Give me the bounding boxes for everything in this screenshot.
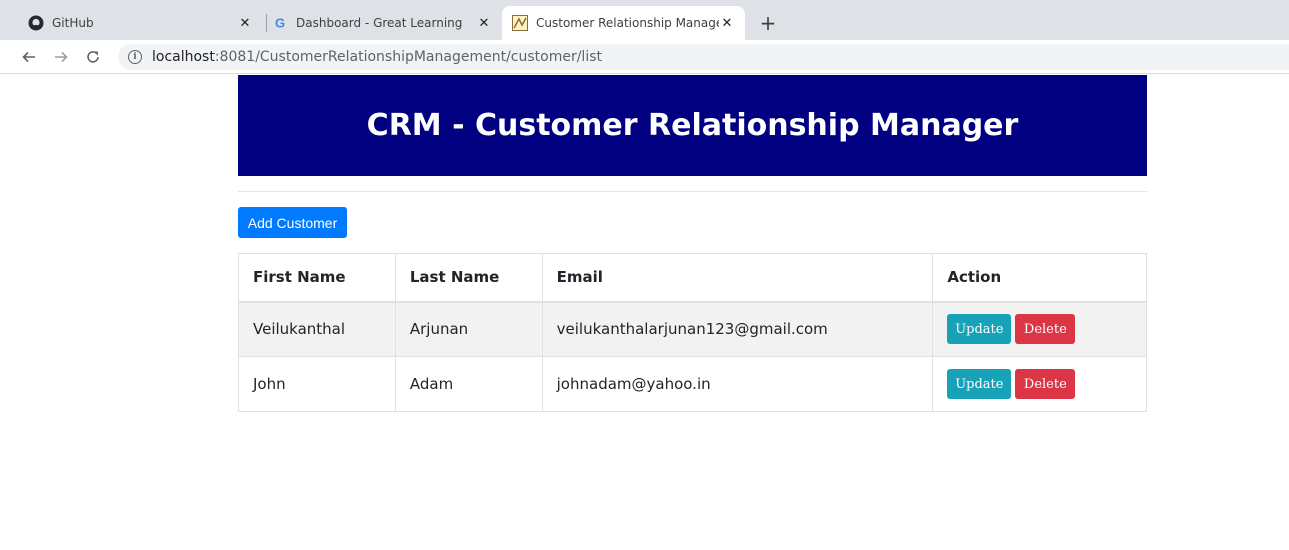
cell-last-name: Arjunan [394,301,543,357]
column-header-last-name: Last Name [394,253,543,303]
page-content: CRM - Customer Relationship Manager Add … [238,75,1147,412]
divider [238,191,1147,192]
table-row: John Adam johnadam@yahoo.in Update Delete [238,356,1147,412]
svg-text:G: G [275,16,285,31]
address-bar[interactable]: i localhost:8081/CustomerRelationshipMan… [118,44,1289,70]
cell-email: veilukanthalarjunan123@gmail.com [541,301,934,357]
cell-action: Update Delete [932,356,1147,412]
reload-icon [87,51,99,63]
google-icon: G [272,15,288,31]
close-icon[interactable]: ✕ [476,15,492,31]
info-icon[interactable]: i [128,50,142,64]
column-header-first-name: First Name [238,253,396,303]
table-row: Veilukanthal Arjunan veilukanthalarjunan… [238,301,1147,357]
browser-toolbar: i localhost:8081/CustomerRelationshipMan… [0,40,1289,74]
page-title: CRM - Customer Relationship Manager [366,108,1019,143]
delete-button[interactable]: Delete [1015,369,1076,399]
customer-table: First Name Last Name Email Action Veiluk… [238,253,1147,412]
tab-github[interactable]: GitHub ✕ [18,6,263,40]
tab-great-learning[interactable]: G Dashboard - Great Learning ✕ [262,6,502,40]
cell-first-name: John [238,356,396,412]
delete-button[interactable]: Delete [1015,314,1076,345]
forward-button[interactable] [50,46,72,68]
reload-button[interactable] [82,46,104,68]
back-button[interactable] [18,46,40,68]
add-customer-button[interactable]: Add Customer [238,207,347,238]
crm-favicon-icon [512,15,528,31]
browser-tabstrip: GitHub ✕ G Dashboard - Great Learning ✕ … [0,0,1289,40]
column-header-action: Action [932,253,1147,303]
cell-email: johnadam@yahoo.in [541,356,934,412]
table-header-row: First Name Last Name Email Action [238,253,1147,303]
cell-action: Update Delete [932,301,1147,357]
tab-title: GitHub [52,16,94,30]
close-icon[interactable]: ✕ [237,15,253,31]
url-path: :8081/CustomerRelationshipManagement/cus… [214,49,602,65]
cell-first-name: Veilukanthal [238,301,396,357]
forward-arrow-icon [55,51,68,63]
page-header: CRM - Customer Relationship Manager [238,75,1147,176]
update-button[interactable]: Update [947,369,1012,399]
back-arrow-icon [22,51,35,63]
new-tab-button[interactable]: + [757,11,779,35]
tab-title: Customer Relationship Managem [536,16,719,30]
url-host: localhost [152,49,215,65]
cell-last-name: Adam [394,356,543,412]
tab-crm[interactable]: Customer Relationship Managem ✕ [502,6,745,40]
update-button[interactable]: Update [947,314,1012,345]
tab-title: Dashboard - Great Learning [296,16,463,30]
close-icon[interactable]: ✕ [719,15,735,31]
github-icon [28,15,44,31]
column-header-email: Email [541,253,934,303]
